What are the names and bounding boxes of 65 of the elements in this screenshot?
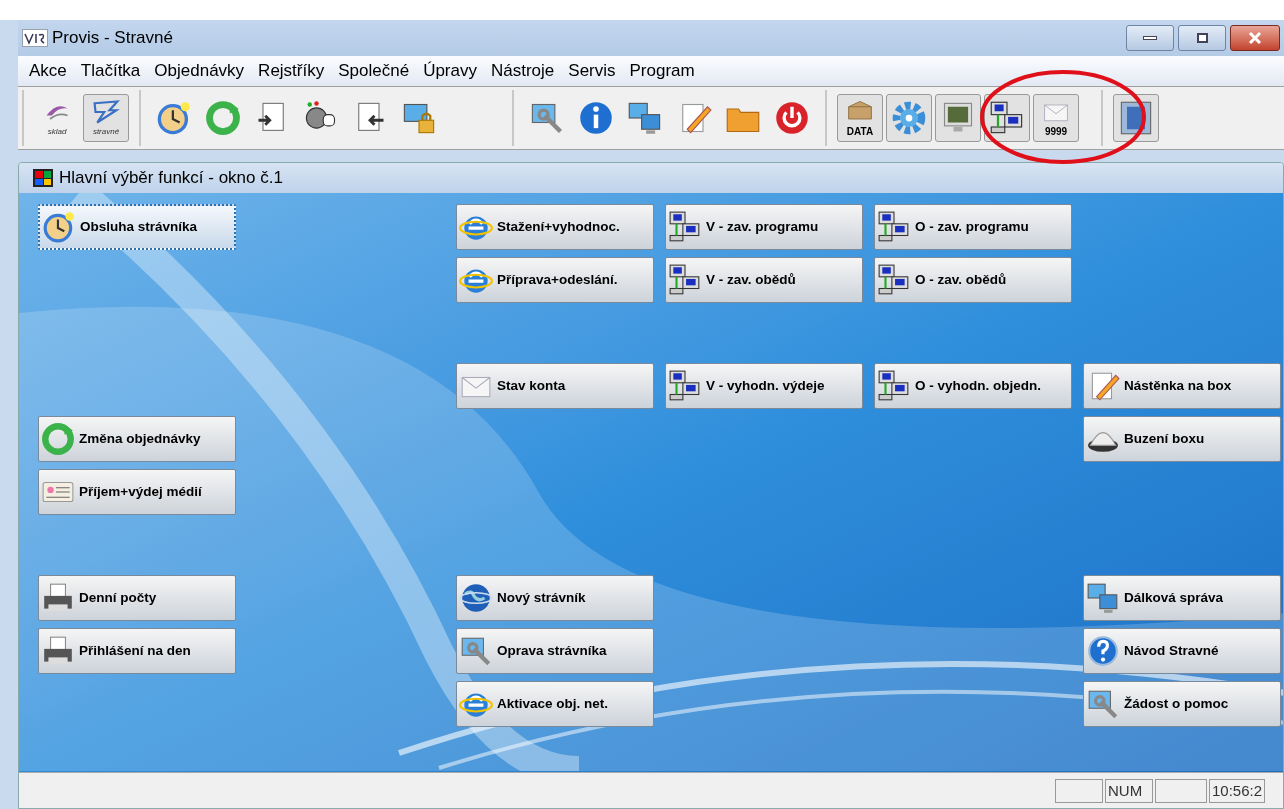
toolbar-button[interactable]: 9999 — [1033, 94, 1079, 142]
help-icon — [1086, 634, 1120, 668]
menu-item[interactable]: Servis — [561, 58, 623, 84]
function-button[interactable]: V - vyhodn. výdeje — [665, 363, 863, 409]
function-button[interactable]: Žádost o pomoc — [1083, 681, 1281, 727]
toolbar-button[interactable]: DATA — [837, 94, 883, 142]
info-icon — [578, 100, 614, 136]
close-icon — [1247, 31, 1263, 45]
function-button[interactable]: Obsluha strávníka — [38, 204, 236, 250]
computers-icon — [877, 263, 911, 297]
menu-item[interactable]: Nástroje — [484, 58, 562, 84]
function-button[interactable]: V - zav. obědů — [665, 257, 863, 303]
maximize-button[interactable] — [1178, 25, 1226, 51]
num-lock-indicator: NUM — [1105, 778, 1153, 803]
minimize-button[interactable] — [1126, 25, 1174, 51]
function-button[interactable]: Denní počty — [38, 575, 236, 621]
computers-icon — [989, 100, 1025, 136]
computers-icon — [668, 369, 702, 403]
function-button[interactable]: Nový strávník — [456, 575, 654, 621]
function-button[interactable]: O - vyhodn. objedn. — [874, 363, 1072, 409]
menu-item[interactable]: Program — [622, 58, 702, 84]
function-button[interactable]: Příjem+výdej médií — [38, 469, 236, 515]
status-panel — [1055, 778, 1103, 803]
toolbar-button[interactable] — [984, 94, 1030, 142]
toolbar-button[interactable]: sklad — [34, 94, 80, 142]
menu-item[interactable]: Objednávky — [147, 58, 252, 84]
function-button[interactable]: Příprava+odeslání. — [456, 257, 654, 303]
function-button[interactable]: Nástěnka na box — [1083, 363, 1281, 409]
settings-icon — [891, 100, 927, 136]
function-button[interactable]: Návod Stravné — [1083, 628, 1281, 674]
menu-item[interactable]: Rejstříky — [251, 58, 332, 84]
menu-item[interactable]: Tlačítka — [73, 58, 148, 84]
computers-icon — [877, 210, 911, 244]
computers-icon — [668, 263, 702, 297]
function-button[interactable]: O - zav. programu — [874, 204, 1072, 250]
zigzag-icon — [92, 98, 120, 126]
menu-item[interactable]: Společné — [331, 58, 417, 84]
menu-item[interactable]: Akce — [22, 58, 74, 84]
close-button[interactable] — [1230, 25, 1280, 51]
clock-icon — [156, 100, 192, 136]
function-button[interactable]: Aktivace obj. net. — [456, 681, 654, 727]
status-panel — [1155, 778, 1207, 803]
child-window-title: Hlavní výběr funkcí - okno č.1 — [59, 167, 283, 190]
computers-icon — [877, 369, 911, 403]
function-button[interactable]: Změna objednávky — [38, 416, 236, 462]
function-button[interactable]: Dálková správa — [1083, 575, 1281, 621]
app-icon — [33, 169, 53, 187]
power-icon — [774, 100, 810, 136]
monitors-icon — [627, 100, 663, 136]
function-button[interactable]: Oprava strávníka — [456, 628, 654, 674]
app-logo-icon — [22, 29, 48, 47]
clock-icon — [42, 210, 76, 244]
function-button[interactable]: Stažení+vyhodnoc. — [456, 204, 654, 250]
function-button[interactable]: O - zav. obědů — [874, 257, 1072, 303]
window-title: Provis - Stravné — [52, 27, 173, 50]
function-button[interactable]: Přihlášení na den — [38, 628, 236, 674]
function-button[interactable]: Buzení boxu — [1083, 416, 1281, 462]
computers-icon — [668, 210, 702, 244]
globe-icon — [459, 581, 493, 615]
toolbar-button[interactable]: stravné — [83, 94, 129, 142]
function-button[interactable]: Stav konta — [456, 363, 654, 409]
status-time: 10:56:2 — [1209, 778, 1265, 803]
menu-item[interactable]: Úpravy — [416, 58, 484, 84]
function-button[interactable]: V - zav. programu — [665, 204, 863, 250]
monitors-icon — [1086, 581, 1120, 615]
